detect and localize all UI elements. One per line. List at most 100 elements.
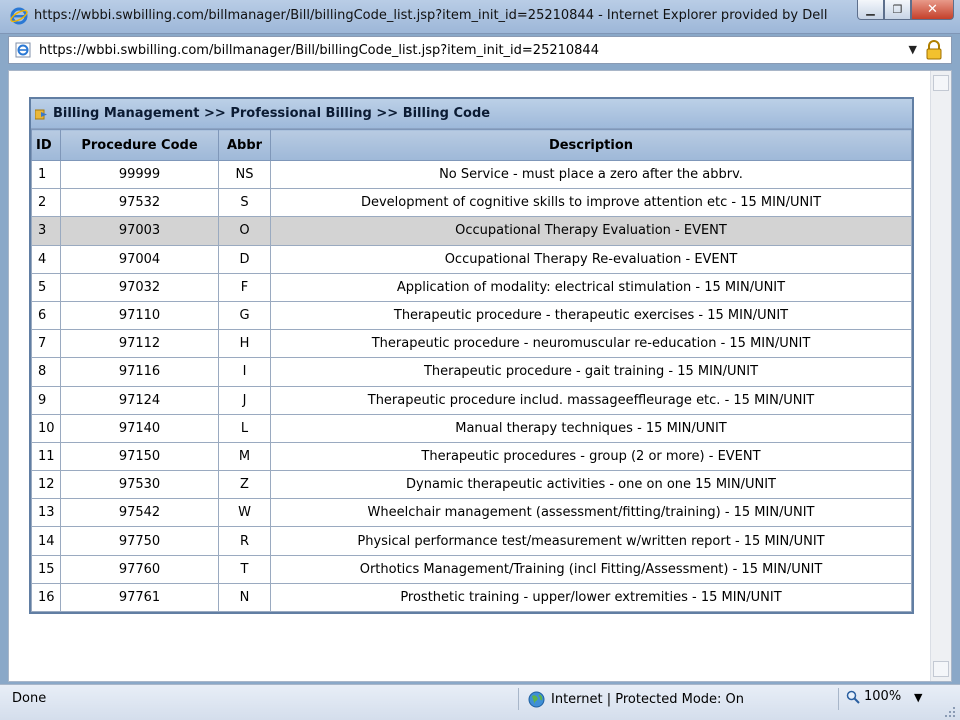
cell-id: 1 xyxy=(31,159,61,190)
cell-abbr: W xyxy=(218,498,271,528)
breadcrumb-text: Billing Management >> Professional Billi… xyxy=(53,106,491,121)
cell-description: Development of cognitive skills to impro… xyxy=(270,188,912,218)
security-zone[interactable]: Internet | Protected Mode: On xyxy=(528,691,744,708)
table-row[interactable]: 9 97124 J Therapeutic procedure includ. mas… xyxy=(31,385,912,415)
cell-description: Application of modality: electrical stim… xyxy=(270,272,912,302)
cell-abbr: G xyxy=(218,300,271,331)
table-row[interactable]: 14 97750 R Physical performance test/measur… xyxy=(31,526,912,556)
column-header-procedure-code[interactable]: Procedure Code xyxy=(60,129,219,161)
close-button[interactable]: ✕ xyxy=(911,0,954,20)
cell-abbr: D xyxy=(218,244,271,274)
table-row[interactable]: 10 97140 L Manual therapy techniques - 15 M… xyxy=(31,413,912,443)
cell-procedure-code: 97760 xyxy=(60,554,219,584)
cell-procedure-code: 97530 xyxy=(60,470,219,500)
table-row[interactable]: 11 97150 M Therapeutic procedures - group (… xyxy=(31,441,912,472)
window-title: https://wbbi.swbilling.com/billmanager/B… xyxy=(34,8,828,23)
cell-id: 12 xyxy=(31,470,61,500)
cell-abbr: M xyxy=(218,441,271,472)
cell-description: Physical performance test/measurement w/… xyxy=(270,526,912,556)
cell-procedure-code: 97542 xyxy=(60,498,219,528)
restore-button[interactable]: ❐ xyxy=(884,0,911,20)
cell-procedure-code: 97532 xyxy=(60,188,219,218)
window-controls: ▁ ❐ ✕ xyxy=(857,0,954,22)
table-row[interactable]: 12 97530 Z Dynamic therapeutic activities -… xyxy=(31,470,912,500)
zoom-dropdown-icon[interactable]: ▼ xyxy=(914,691,922,704)
table-body: 1 99999 NS No Service - must place a zero a… xyxy=(31,159,912,613)
table-row[interactable]: 5 97032 F Application of modality: electric… xyxy=(31,272,912,302)
cell-id: 4 xyxy=(31,244,61,274)
cell-id: 9 xyxy=(31,385,61,415)
scroll-up-button[interactable] xyxy=(933,75,949,91)
resize-grip-icon[interactable] xyxy=(944,706,956,718)
cell-abbr: S xyxy=(218,188,271,218)
cell-description: Occupational Therapy Re-evaluation - EVE… xyxy=(270,244,912,274)
cell-abbr: J xyxy=(218,385,271,415)
security-zone-text: Internet | Protected Mode: On xyxy=(551,692,745,707)
cell-id: 10 xyxy=(31,413,61,443)
minimize-button[interactable]: ▁ xyxy=(857,0,884,20)
billing-code-table: ID Procedure Code Abbr Description 1 9999… xyxy=(31,129,912,613)
billing-code-grid: Billing Management >> Professional Billi… xyxy=(29,97,914,614)
cell-abbr: H xyxy=(218,329,271,359)
cell-procedure-code: 97140 xyxy=(60,413,219,443)
magnifier-icon xyxy=(846,690,860,704)
page-icon xyxy=(15,42,31,58)
cell-abbr: L xyxy=(218,413,271,443)
address-bar[interactable]: https://wbbi.swbilling.com/billmanager/B… xyxy=(8,36,952,64)
status-bar: Done Internet | Protected Mode: On 100% … xyxy=(0,684,960,720)
vertical-scrollbar[interactable] xyxy=(930,71,951,681)
cell-abbr: F xyxy=(218,272,271,302)
folder-arrow-icon xyxy=(35,109,47,119)
page-content: Billing Management >> Professional Billi… xyxy=(8,70,952,682)
cell-description: Manual therapy techniques - 15 MIN/UNIT xyxy=(270,413,912,443)
cell-description: Therapeutic procedure - gait training - … xyxy=(270,357,912,387)
cell-id: 15 xyxy=(31,554,61,584)
table-row[interactable]: 7 97112 H Therapeutic procedure - neuromusc… xyxy=(31,329,912,359)
status-divider xyxy=(518,688,519,710)
cell-abbr: NS xyxy=(218,159,271,190)
column-header-abbr[interactable]: Abbr xyxy=(218,129,271,161)
cell-procedure-code: 97003 xyxy=(60,216,219,246)
scroll-down-button[interactable] xyxy=(933,661,949,677)
cell-id: 8 xyxy=(31,357,61,387)
cell-procedure-code: 97110 xyxy=(60,300,219,331)
cell-description: Dynamic therapeutic activities - one on … xyxy=(270,470,912,500)
address-dropdown-icon[interactable]: ▼ xyxy=(909,43,917,56)
table-row[interactable]: 4 97004 D Occupational Therapy Re-evaluatio… xyxy=(31,244,912,274)
cell-id: 14 xyxy=(31,526,61,556)
cell-procedure-code: 97750 xyxy=(60,526,219,556)
status-divider xyxy=(838,688,839,710)
cell-procedure-code: 97150 xyxy=(60,441,219,472)
cell-abbr: Z xyxy=(218,470,271,500)
cell-description: Therapeutic procedure - neuromuscular re… xyxy=(270,329,912,359)
table-row[interactable]: 16 97761 N Prosthetic training - upper/lowe… xyxy=(31,582,912,613)
column-header-id[interactable]: ID xyxy=(31,129,61,161)
table-row[interactable]: 1 99999 NS No Service - must place a zero a… xyxy=(31,159,912,190)
table-row[interactable]: 2 97532 S Development of cognitive skills t… xyxy=(31,188,912,218)
lock-icon[interactable] xyxy=(925,40,943,60)
window-title-bar[interactable]: https://wbbi.swbilling.com/billmanager/B… xyxy=(0,0,960,34)
zoom-level: 100% xyxy=(864,689,902,704)
cell-id: 16 xyxy=(31,582,61,613)
cell-procedure-code: 97116 xyxy=(60,357,219,387)
cell-abbr: N xyxy=(218,582,271,613)
table-row[interactable]: 3 97003 O Occupational Therapy Evaluation -… xyxy=(31,216,912,246)
cell-id: 6 xyxy=(31,300,61,331)
internet-explorer-icon xyxy=(10,7,28,25)
url-text[interactable]: https://wbbi.swbilling.com/billmanager/B… xyxy=(39,43,599,58)
table-row[interactable]: 8 97116 I Therapeutic procedure - gait trai… xyxy=(31,357,912,387)
globe-icon xyxy=(528,691,545,708)
cell-procedure-code: 97124 xyxy=(60,385,219,415)
cell-description: Therapeutic procedure includ. massageeff… xyxy=(270,385,912,415)
table-row[interactable]: 15 97760 T Orthotics Management/Training (i… xyxy=(31,554,912,584)
status-text: Done xyxy=(12,691,47,706)
table-row[interactable]: 13 97542 W Wheelchair management (assessmen… xyxy=(31,498,912,528)
column-header-description[interactable]: Description xyxy=(270,129,912,161)
table-row[interactable]: 6 97110 G Therapeutic procedure - therapeut… xyxy=(31,300,912,331)
cell-id: 3 xyxy=(31,216,61,246)
cell-abbr: T xyxy=(218,554,271,584)
cell-description: Therapeutic procedures - group (2 or mor… xyxy=(270,441,912,472)
cell-description: No Service - must place a zero after the… xyxy=(270,159,912,190)
zoom-control[interactable]: 100% xyxy=(846,689,901,704)
cell-procedure-code: 99999 xyxy=(60,159,219,190)
